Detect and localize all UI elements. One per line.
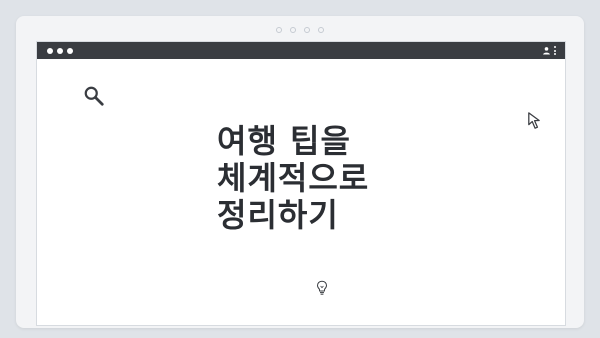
window-controls <box>47 47 73 54</box>
page-content: 여행 팁을 체계적으로 정리하기 <box>37 59 565 325</box>
page-title: 여행 팁을 체계적으로 정리하기 <box>217 122 370 234</box>
window-dot-close[interactable] <box>47 47 53 54</box>
window-dot-maximize[interactable] <box>67 47 73 54</box>
window-titlebar <box>37 42 565 59</box>
page-indicator-dots <box>16 27 584 33</box>
indicator-dot <box>290 27 296 33</box>
indicator-dot <box>276 27 282 33</box>
search-icon <box>84 86 104 106</box>
indicator-dot <box>318 27 324 33</box>
kebab-menu-icon[interactable] <box>554 46 557 55</box>
titlebar-actions <box>542 46 557 55</box>
browser-window: 여행 팁을 체계적으로 정리하기 <box>36 41 566 326</box>
cursor-arrow-icon <box>528 112 540 129</box>
window-dot-minimize[interactable] <box>57 47 63 54</box>
indicator-dot <box>304 27 310 33</box>
device-frame: 여행 팁을 체계적으로 정리하기 <box>16 16 584 328</box>
lightbulb-icon <box>316 280 328 295</box>
user-profile-icon[interactable] <box>542 46 551 55</box>
